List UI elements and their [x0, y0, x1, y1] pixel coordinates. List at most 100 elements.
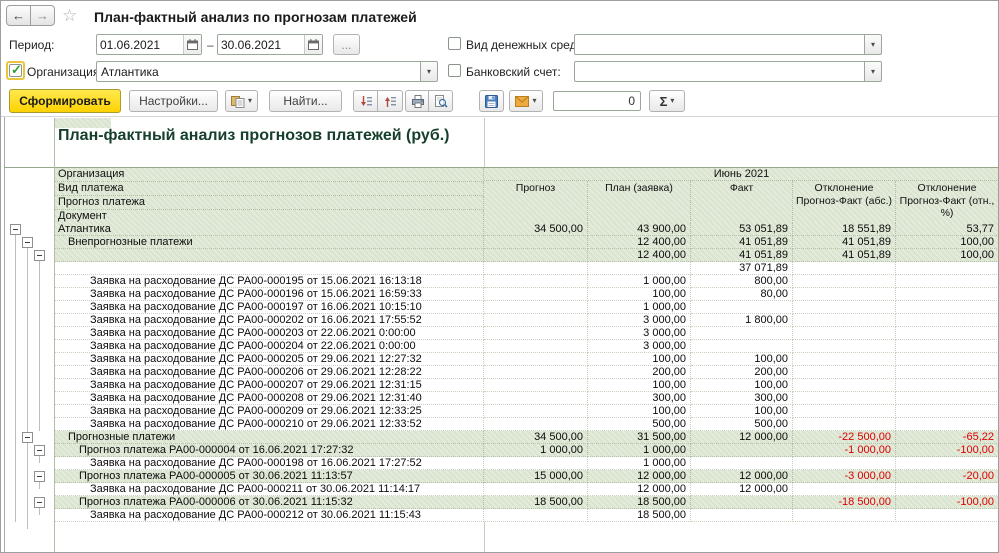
settings-button[interactable]: Настройки...	[129, 90, 218, 112]
row-label-cell[interactable]	[54, 262, 484, 275]
row-label-cell[interactable]: Заявка на расходование ДС РА00-000211 от…	[54, 483, 484, 496]
org-checkbox[interactable]	[9, 64, 22, 77]
table-value-cell[interactable]: 1 000,00	[588, 457, 691, 470]
table-value-cell[interactable]: 1 000,00	[484, 444, 588, 457]
table-value-cell[interactable]: -100,00	[896, 444, 999, 457]
collapse-group-expander-icon[interactable]	[34, 497, 45, 508]
table-value-cell[interactable]: -20,00	[896, 470, 999, 483]
print-preview-button[interactable]	[428, 90, 453, 112]
org-value[interactable]: Атлантика	[96, 61, 421, 82]
table-value-cell[interactable]	[896, 288, 999, 301]
table-value-cell[interactable]: -18 500,00	[793, 496, 896, 509]
table-value-cell[interactable]	[793, 288, 896, 301]
row-label-cell[interactable]: Заявка на расходование ДС РА00-000197 от…	[54, 301, 484, 314]
table-value-cell[interactable]: 53 051,89	[691, 223, 793, 236]
table-value-cell[interactable]: 43 900,00	[588, 223, 691, 236]
table-value-cell[interactable]	[896, 327, 999, 340]
bank-account-value[interactable]	[574, 61, 865, 82]
table-value-cell[interactable]	[896, 353, 999, 366]
table-value-cell[interactable]	[896, 418, 999, 431]
table-value-cell[interactable]	[484, 301, 588, 314]
find-button[interactable]: Найти...	[269, 90, 342, 112]
table-value-cell[interactable]	[691, 496, 793, 509]
table-value-cell[interactable]: 12 000,00	[691, 483, 793, 496]
bank-account-dropdown-button[interactable]: ▾	[865, 61, 882, 82]
row-label-cell[interactable]: Заявка на расходование ДС РА00-000205 от…	[54, 353, 484, 366]
table-value-cell[interactable]: 12 400,00	[588, 236, 691, 249]
row-label-cell[interactable]: Заявка на расходование ДС РА00-000204 от…	[54, 340, 484, 353]
row-label-cell[interactable]	[54, 249, 484, 262]
table-value-cell[interactable]: 100,00	[691, 379, 793, 392]
calendar-button[interactable]	[183, 35, 201, 54]
generate-button[interactable]: Сформировать	[9, 89, 121, 113]
table-value-cell[interactable]: 800,00	[691, 275, 793, 288]
table-value-cell[interactable]	[896, 340, 999, 353]
table-value-cell[interactable]	[793, 314, 896, 327]
send-mail-button[interactable]: ▾	[509, 90, 543, 112]
collapse-group-expander-icon[interactable]	[34, 471, 45, 482]
table-value-cell[interactable]: 1 000,00	[588, 444, 691, 457]
table-value-cell[interactable]: 100,00	[588, 288, 691, 301]
table-value-cell[interactable]: 100,00	[588, 353, 691, 366]
table-value-cell[interactable]	[793, 509, 896, 522]
table-value-cell[interactable]	[793, 353, 896, 366]
table-value-cell[interactable]: 18 500,00	[588, 509, 691, 522]
table-value-cell[interactable]: -1 000,00	[793, 444, 896, 457]
table-value-cell[interactable]: 1 000,00	[588, 301, 691, 314]
table-value-cell[interactable]	[896, 314, 999, 327]
table-value-cell[interactable]	[896, 405, 999, 418]
table-value-cell[interactable]	[484, 327, 588, 340]
row-label-cell[interactable]: Заявка на расходование ДС РА00-000207 от…	[54, 379, 484, 392]
table-value-cell[interactable]	[896, 262, 999, 275]
sigma-button[interactable]: Σ ▾	[649, 90, 685, 112]
table-value-cell[interactable]	[691, 301, 793, 314]
table-value-cell[interactable]: 12 000,00	[691, 470, 793, 483]
table-value-cell[interactable]	[484, 405, 588, 418]
table-value-cell[interactable]	[793, 366, 896, 379]
table-value-cell[interactable]: 500,00	[588, 418, 691, 431]
period-from-input[interactable]	[97, 35, 183, 54]
table-value-cell[interactable]	[691, 457, 793, 470]
table-value-cell[interactable]: 100,00	[588, 405, 691, 418]
table-value-cell[interactable]: 15 000,00	[484, 470, 588, 483]
table-value-cell[interactable]: -22 500,00	[793, 431, 896, 444]
table-value-cell[interactable]	[588, 262, 691, 275]
table-value-cell[interactable]	[896, 301, 999, 314]
table-value-cell[interactable]: 53,77	[896, 223, 999, 236]
table-value-cell[interactable]	[896, 275, 999, 288]
table-value-cell[interactable]: 41 051,89	[691, 236, 793, 249]
row-label-cell[interactable]: Прогноз платежа РА00-000004 от 16.06.202…	[54, 444, 484, 457]
table-value-cell[interactable]: -100,00	[896, 496, 999, 509]
table-value-cell[interactable]	[691, 340, 793, 353]
table-value-cell[interactable]	[484, 288, 588, 301]
row-label-cell[interactable]: Прогнозные платежи	[54, 431, 484, 444]
table-value-cell[interactable]: 34 500,00	[484, 431, 588, 444]
table-value-cell[interactable]: -3 000,00	[793, 470, 896, 483]
table-value-cell[interactable]: 100,00	[896, 249, 999, 262]
table-value-cell[interactable]	[896, 457, 999, 470]
table-value-cell[interactable]	[484, 353, 588, 366]
collapse-group-expander-icon[interactable]	[22, 432, 33, 443]
table-value-cell[interactable]	[484, 418, 588, 431]
row-label-cell[interactable]: Заявка на расходование ДС РА00-000198 от…	[54, 457, 484, 470]
table-value-cell[interactable]: 100,00	[691, 405, 793, 418]
collapse-group-expander-icon[interactable]	[34, 250, 45, 261]
period-to-input[interactable]	[218, 35, 304, 54]
table-value-cell[interactable]: 300,00	[691, 392, 793, 405]
table-value-cell[interactable]: 12 000,00	[691, 431, 793, 444]
bank-account-checkbox[interactable]	[448, 64, 461, 77]
table-value-cell[interactable]	[484, 509, 588, 522]
collapse-group-expander-icon[interactable]	[10, 224, 21, 235]
table-value-cell[interactable]	[691, 327, 793, 340]
table-value-cell[interactable]: 200,00	[588, 366, 691, 379]
table-value-cell[interactable]: 41 051,89	[793, 236, 896, 249]
table-value-cell[interactable]: 500,00	[691, 418, 793, 431]
collapse-group-expander-icon[interactable]	[22, 237, 33, 248]
table-value-cell[interactable]: 41 051,89	[691, 249, 793, 262]
table-value-cell[interactable]	[793, 275, 896, 288]
table-value-cell[interactable]	[793, 301, 896, 314]
table-value-cell[interactable]	[691, 444, 793, 457]
table-value-cell[interactable]	[793, 327, 896, 340]
table-value-cell[interactable]	[484, 314, 588, 327]
table-value-cell[interactable]	[793, 392, 896, 405]
